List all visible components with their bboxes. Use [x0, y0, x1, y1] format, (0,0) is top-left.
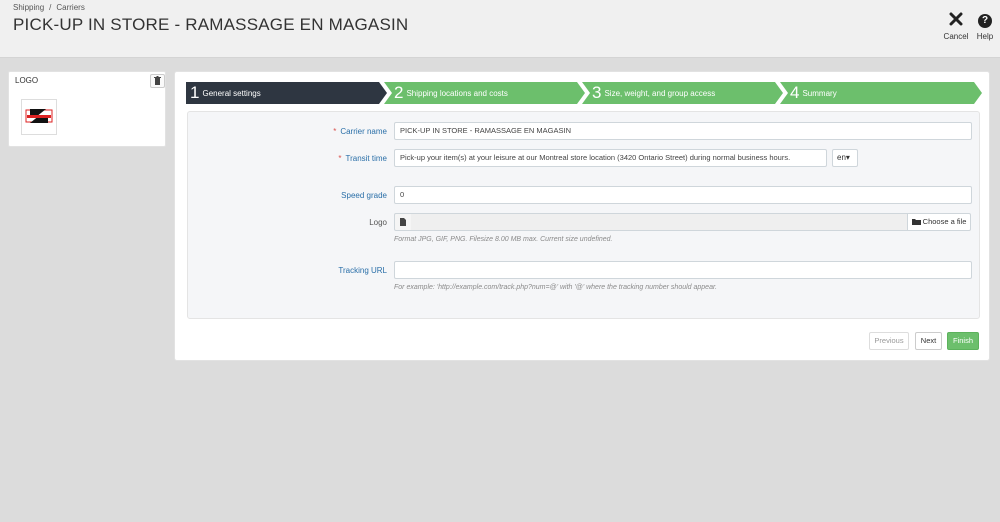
carrier-wizard-panel: 1 General settings 2 Shipping locations … [174, 71, 990, 361]
carrier-name-input[interactable]: PICK-UP IN STORE - RAMASSAGE EN MAGASIN [394, 122, 972, 140]
step-number: 1 [190, 83, 200, 102]
cancel-button[interactable]: Cancel [941, 10, 971, 50]
step-label: General settings [202, 88, 261, 98]
carrier-name-label-text: Carrier name [340, 127, 387, 136]
language-dropdown[interactable]: en▾ [832, 149, 858, 167]
transit-time-label-text: Transit time [345, 154, 388, 163]
step-size-weight-group[interactable]: 3 Size, weight, and group access [582, 82, 783, 104]
breadcrumb-carriers[interactable]: Carriers [56, 3, 84, 12]
breadcrumb-separator: / [49, 3, 52, 12]
logo-panel-heading: LOGO [15, 76, 39, 85]
breadcrumb: Shipping / Carriers [13, 3, 85, 12]
trash-icon [154, 76, 161, 85]
tracking-url-label: Tracking URL [338, 266, 387, 275]
page-title: PICK-UP IN STORE - RAMASSAGE EN MAGASIN [13, 15, 409, 34]
step-label: Summary [802, 88, 837, 98]
transit-time-label: * Transit time [338, 154, 387, 163]
carrier-name-label: * Carrier name [333, 127, 387, 136]
general-settings-form: * Carrier name PICK-UP IN STORE - RAMASSA… [187, 111, 980, 319]
logo-help-text: Format JPG, GIF, PNG. Filesize 8.00 MB m… [394, 236, 613, 243]
folder-icon [911, 219, 921, 225]
cancel-label: Cancel [943, 32, 969, 41]
logo-filename-field[interactable] [411, 213, 908, 231]
breadcrumb-shipping[interactable]: Shipping [13, 3, 44, 12]
step-label: Shipping locations and costs [406, 88, 508, 98]
tracking-url-help-text: For example: 'http://example.com/track.p… [394, 284, 717, 291]
file-icon [394, 213, 412, 231]
choose-file-button[interactable]: Choose a file [907, 213, 971, 231]
step-number: 4 [790, 83, 800, 102]
tracking-url-input[interactable] [394, 261, 972, 279]
required-marker: * [338, 154, 342, 163]
previous-button[interactable]: Previous [869, 332, 909, 350]
transit-time-input[interactable]: Pick-up your item(s) at your leisure at … [394, 149, 827, 167]
speed-grade-label: Speed grade [341, 191, 387, 200]
question-icon: ? [970, 10, 1000, 28]
choose-file-label: Choose a file [922, 217, 967, 226]
step-number: 3 [592, 83, 602, 102]
wizard-steps: 1 General settings 2 Shipping locations … [186, 82, 982, 104]
logo-label: Logo [369, 218, 387, 227]
step-label: Size, weight, and group access [604, 88, 716, 98]
step-shipping-locations[interactable]: 2 Shipping locations and costs [384, 82, 585, 104]
step-number: 2 [394, 83, 404, 102]
language-code: en [837, 153, 846, 162]
logo-panel: LOGO [8, 71, 166, 147]
carrier-logo-image [21, 99, 57, 135]
step-summary[interactable]: 4 Summary [780, 82, 982, 104]
page-header: Shipping / Carriers PICK-UP IN STORE - RAM… [0, 0, 1000, 58]
close-icon [941, 10, 971, 28]
required-marker: * [333, 127, 337, 136]
step-general-settings[interactable]: 1 General settings [186, 82, 387, 104]
next-button[interactable]: Next [915, 332, 942, 350]
help-label: Help [976, 32, 994, 41]
finish-button[interactable]: Finish [947, 332, 979, 350]
help-button[interactable]: ? Help [970, 10, 1000, 50]
chevron-down-icon: ▾ [845, 153, 850, 162]
speed-grade-input[interactable]: 0 [394, 186, 972, 204]
delete-logo-button[interactable] [150, 74, 165, 88]
